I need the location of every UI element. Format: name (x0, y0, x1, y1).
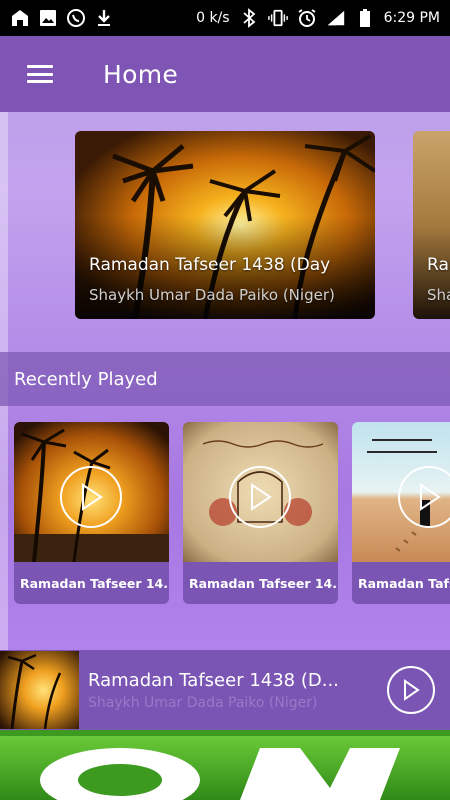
recently-played-list[interactable]: Ramadan Tafseer 14... Ramadan Tafseer 14… (0, 422, 450, 604)
status-time: 6:29 PM (383, 10, 440, 26)
battery-icon (355, 8, 375, 28)
play-icon[interactable] (60, 466, 122, 528)
net-speed: 0 k/s (196, 10, 230, 26)
play-icon[interactable] (387, 666, 435, 714)
section-header-recently-played: Recently Played (0, 352, 450, 406)
recent-item[interactable]: Ramadan Tafseer 14... (14, 422, 169, 604)
ad-banner[interactable] (0, 730, 450, 800)
hamburger-menu-icon[interactable] (27, 65, 53, 83)
bluetooth-icon (239, 8, 259, 28)
home-icon (10, 8, 30, 28)
featured-card[interactable]: Ran Sha (413, 131, 450, 319)
alarm-icon (297, 8, 317, 28)
now-playing-bar[interactable]: Ramadan Tafseer 1438 (D... Shaykh Umar D… (0, 650, 450, 730)
app-bar: Home (0, 36, 450, 112)
recent-item-label: Ramadan Tafs (358, 575, 450, 591)
vibrate-icon (267, 8, 288, 28)
featured-subtitle: Sha (427, 286, 450, 304)
now-playing-subtitle: Shaykh Umar Dada Paiko (Niger) (88, 694, 318, 711)
recent-item[interactable]: Ramadan Tafseer 14... (183, 422, 338, 604)
download-icon (94, 8, 114, 28)
recent-item-label: Ramadan Tafseer 14... (20, 575, 169, 591)
play-icon[interactable] (229, 466, 291, 528)
recent-item[interactable]: Ramadan Tafs (352, 422, 450, 604)
image-icon (38, 8, 58, 28)
featured-subtitle: Shaykh Umar Dada Paiko (Niger) (89, 286, 335, 304)
featured-title: Ramadan Tafseer 1438 (Day (89, 255, 331, 275)
whatsapp-icon (66, 8, 86, 28)
featured-carousel[interactable]: Ramadan Tafseer 1438 (Day Shaykh Umar Da… (0, 131, 450, 321)
now-playing-text: Ramadan Tafseer 1438 (D... Shaykh Umar D… (79, 670, 387, 711)
featured-title: Ran (427, 255, 450, 275)
ad-banner-graphic (0, 730, 450, 800)
status-bar: 0 k/s 6:29 PM (0, 0, 450, 36)
recent-item-label: Ramadan Tafseer 14... (189, 575, 338, 591)
main-content: Home Ramadan Tafseer 1438 (Day Shaykh Um… (0, 36, 450, 650)
signal-icon (326, 8, 346, 28)
featured-card[interactable]: Ramadan Tafseer 1438 (Day Shaykh Umar Da… (75, 131, 375, 319)
page-title: Home (103, 59, 179, 89)
now-playing-thumb (0, 651, 79, 729)
now-playing-title: Ramadan Tafseer 1438 (D... (88, 669, 339, 691)
